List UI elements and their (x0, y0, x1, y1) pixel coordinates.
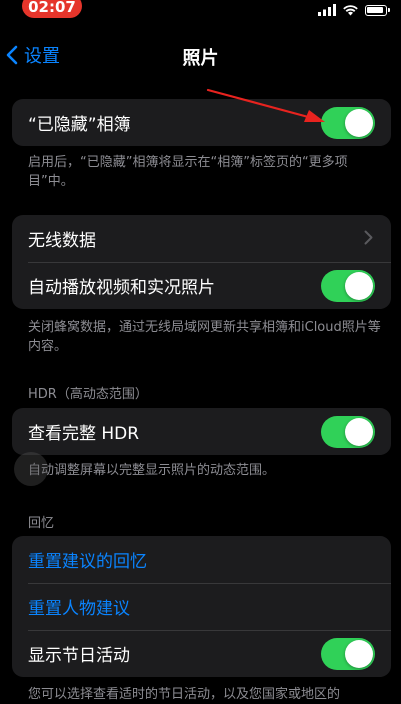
status-icons (318, 2, 390, 18)
toggle-knob (345, 109, 373, 137)
cellular-signal-icon (318, 4, 336, 16)
memories-footnote: 您可以选择查看适时的节日活动，以及您国家或地区的 (28, 687, 341, 702)
chevron-right-icon (364, 230, 373, 245)
memories-section-header: 回忆 (28, 516, 55, 531)
wireless-data-row[interactable]: 无线数据 (12, 215, 391, 262)
hdr-footnote: 自动调整屏幕以完整显示照片的动态范围。 (28, 463, 276, 478)
toggle-knob (345, 418, 373, 446)
view-full-hdr-toggle[interactable] (321, 416, 375, 448)
view-full-hdr-label: 查看完整 HDR (28, 424, 140, 444)
holiday-events-label: 显示节日活动 (28, 646, 130, 666)
navigation-bar: 设置 照片 (0, 36, 401, 76)
assistive-touch-button[interactable] (14, 452, 48, 486)
autoplay-label: 自动播放视频和实况照片 (28, 278, 215, 298)
view-full-hdr-row: 查看完整 HDR (12, 408, 391, 455)
hidden-album-toggle[interactable] (321, 107, 375, 139)
toggle-knob (345, 640, 373, 668)
wifi-icon (343, 5, 358, 16)
hidden-album-group: “已隐藏”相簿 (12, 99, 391, 146)
holiday-events-row: 显示节日活动 (12, 630, 391, 677)
status-time: 02:07 (22, 0, 82, 18)
autoplay-row: 自动播放视频和实况照片 (12, 262, 391, 309)
holiday-events-toggle[interactable] (321, 638, 375, 670)
hidden-album-footnote: 启用后，“已隐藏”相簿将显示在“相簿”标签页的“更多项目”中。 (28, 155, 348, 189)
status-bar: 02:07 (0, 0, 401, 22)
hidden-album-row: “已隐藏”相簿 (12, 99, 391, 146)
battery-icon (365, 4, 390, 16)
memories-group: 重置建议的回忆 重置人物建议 显示节日活动 (12, 536, 391, 677)
toggle-knob (345, 272, 373, 300)
page-title: 照片 (182, 48, 219, 69)
wireless-footnote: 关闭蜂窝数据，通过无线局域网更新共享相簿和iCloud照片等内容。 (28, 320, 381, 354)
hidden-album-label: “已隐藏”相簿 (28, 115, 131, 135)
hdr-section-header: HDR（高动态范围） (28, 387, 148, 402)
reset-memories-button[interactable]: 重置建议的回忆 (12, 536, 391, 583)
autoplay-toggle[interactable] (321, 270, 375, 302)
wireless-group: 无线数据 自动播放视频和实况照片 (12, 215, 391, 309)
hdr-group: 查看完整 HDR (12, 408, 391, 455)
wireless-data-label: 无线数据 (28, 231, 96, 251)
reset-people-button[interactable]: 重置人物建议 (12, 583, 391, 630)
